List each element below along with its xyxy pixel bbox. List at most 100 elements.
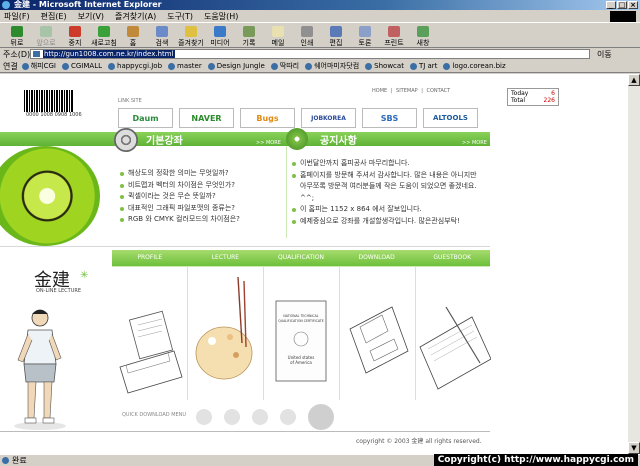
printer-icon: [301, 26, 313, 37]
top-links[interactable]: HOME | SITEMAP | CONTACT: [372, 88, 450, 94]
list-item[interactable]: 비트맵과 벡터의 차이점은 무엇인가?: [120, 180, 280, 192]
ie-link-icon: [443, 62, 451, 70]
menu-tools[interactable]: 도구(T): [167, 11, 193, 22]
bullet-icon: [120, 172, 124, 176]
print-button[interactable]: 인쇄: [294, 24, 320, 48]
link-item[interactable]: CGIMALL: [62, 62, 102, 70]
partner-altools[interactable]: ALTOOLS: [423, 108, 478, 128]
ie-link-icon: [21, 62, 29, 70]
back-arrow-icon: [11, 26, 23, 37]
link-item[interactable]: Design Jungle: [207, 62, 265, 70]
quick-menu-circle[interactable]: [252, 409, 268, 425]
link-item[interactable]: Showcat: [365, 62, 404, 70]
list-item[interactable]: RGB 와 CMYK 컬러모드의 차이점은?: [120, 214, 280, 226]
profile-illustration[interactable]: [112, 267, 188, 400]
quick-menu-circle[interactable]: [196, 409, 212, 425]
search-button[interactable]: 검색: [149, 24, 175, 48]
menu-favorites[interactable]: 즐겨찾기(A): [115, 11, 156, 22]
search-icon: [156, 26, 168, 37]
ie-icon: [2, 1, 10, 9]
quick-menu-circle[interactable]: [224, 409, 240, 425]
nav-lecture[interactable]: LECTURE: [188, 250, 264, 266]
web-page: 0000 1008 0908 1006 LINK SITE HOME | SIT…: [0, 74, 492, 454]
address-input[interactable]: http://gun1008.com.ne.kr/index.html: [30, 49, 590, 59]
window-controls: _ □ ×: [606, 1, 638, 9]
minimize-button[interactable]: _: [606, 1, 616, 9]
home-button[interactable]: 홈: [120, 24, 146, 48]
partner-naver[interactable]: NAVER: [179, 108, 234, 128]
discuss-button[interactable]: 토론: [352, 24, 378, 48]
print2-button[interactable]: 프린트: [381, 24, 407, 48]
back-button[interactable]: 뒤로: [4, 24, 30, 48]
home-icon: [127, 26, 139, 37]
mail-button[interactable]: 메일: [265, 24, 291, 48]
list-item[interactable]: 이번달안까지 홈피공사 마무리합니다.: [292, 158, 484, 170]
stop-button[interactable]: 중지: [62, 24, 88, 48]
kiwi-image: [0, 146, 112, 246]
maximize-button[interactable]: □: [617, 1, 627, 9]
globe-icon: [286, 128, 308, 150]
basic-lecture-title: 기본강좌: [146, 136, 183, 147]
link-item[interactable]: happycgi.Job: [108, 62, 162, 70]
basic-more-link[interactable]: >> MORE: [256, 140, 281, 146]
quick-menu-circle[interactable]: [308, 404, 334, 430]
close-button[interactable]: ×: [628, 1, 638, 9]
nav-qualification[interactable]: QUALIFICATION: [263, 250, 339, 266]
nav-guestbook[interactable]: GUESTBOOK: [414, 250, 490, 266]
guestbook-illustration[interactable]: [416, 267, 492, 400]
quick-menu-circle[interactable]: [280, 409, 296, 425]
barcode-logo: [24, 90, 74, 112]
scroll-down-button[interactable]: ▼: [628, 442, 640, 454]
nav-profile[interactable]: PROFILE: [112, 250, 188, 266]
refresh-icon: [98, 26, 110, 37]
man-illustration: [14, 309, 66, 430]
forward-button[interactable]: 앞으로: [33, 24, 59, 48]
link-item[interactable]: 해피CGI: [21, 61, 56, 71]
list-item[interactable]: 퀵셀이라는 것은 무슨 뜻일까?: [120, 191, 280, 203]
nav-download[interactable]: DOWNLOAD: [339, 250, 415, 266]
history-button[interactable]: 기록: [236, 24, 262, 48]
address-label: 주소(D): [3, 49, 31, 59]
partner-jobkorea[interactable]: JOBKOREA: [301, 108, 356, 128]
menu-file[interactable]: 파일(F): [4, 11, 30, 22]
toolbar: 뒤로 앞으로 중지 새로고침 홈 검색 즐겨찾기 미디어 기록 메일 인쇄 편집…: [0, 24, 640, 48]
bullet-icon: [120, 218, 124, 222]
partner-sbs[interactable]: SBS: [362, 108, 417, 128]
mail-icon: [272, 26, 284, 37]
link-item[interactable]: 딱따리: [270, 61, 299, 71]
partner-daum[interactable]: Daum: [118, 108, 173, 128]
list-item[interactable]: 해상도의 정확한 의미는 무엇일까?: [120, 168, 280, 180]
section-header-band: [0, 132, 490, 146]
link-item[interactable]: TJ art: [409, 62, 437, 70]
qualification-illustration[interactable]: NATIONAL TECHNICAL QUALIFICATION CERTIFI…: [264, 267, 340, 400]
bullet-icon: [292, 173, 296, 178]
notice-more-link[interactable]: >> MORE: [462, 140, 487, 146]
status-text: 완료: [12, 456, 27, 465]
menu-view[interactable]: 보기(V): [78, 11, 104, 22]
media-button[interactable]: 미디어: [207, 24, 233, 48]
link-item[interactable]: 쉐어마미자닷컴: [305, 61, 359, 71]
menu-edit[interactable]: 편집(E): [41, 11, 67, 22]
edit-button[interactable]: 편집: [323, 24, 349, 48]
list-item[interactable]: 이 홈피는 1152 x 864 에서 잘보입니다.: [292, 204, 484, 216]
vertical-scrollbar[interactable]: ▲ ▼: [628, 74, 640, 454]
link-item[interactable]: logo.corean.biz: [443, 62, 506, 70]
window-title: 金建 - Microsoft Internet Explorer: [14, 0, 162, 9]
partner-bugs[interactable]: Bugs: [240, 108, 295, 128]
download-illustration[interactable]: [340, 267, 416, 400]
list-item[interactable]: 대표적인 그래픽 파일포맷의 종류는?: [120, 203, 280, 215]
link-item[interactable]: master: [168, 62, 202, 70]
favorites-button[interactable]: 즐겨찾기: [178, 24, 204, 48]
go-button[interactable]: 이동: [597, 49, 612, 60]
list-item[interactable]: 예제중심으로 강좌를 개설할생각입니다. 많은관심부탁!: [292, 216, 484, 228]
nav-illustrations: NATIONAL TECHNICAL QUALIFICATION CERTIFI…: [112, 266, 492, 400]
messenger-button[interactable]: 새창: [410, 24, 436, 48]
link-site-label: LINK SITE: [118, 98, 142, 104]
ie-link-icon: [409, 62, 417, 70]
bullet-icon: [292, 162, 296, 166]
scroll-up-button[interactable]: ▲: [628, 74, 640, 86]
menu-help[interactable]: 도움말(H): [204, 11, 238, 22]
lecture-illustration[interactable]: [188, 267, 264, 400]
refresh-button[interactable]: 새로고침: [91, 24, 117, 48]
list-item[interactable]: 홈페이지를 방문해 주셔서 감사합니다. 많은 내용은 아니지만 아무쪼록 방문…: [292, 170, 484, 205]
